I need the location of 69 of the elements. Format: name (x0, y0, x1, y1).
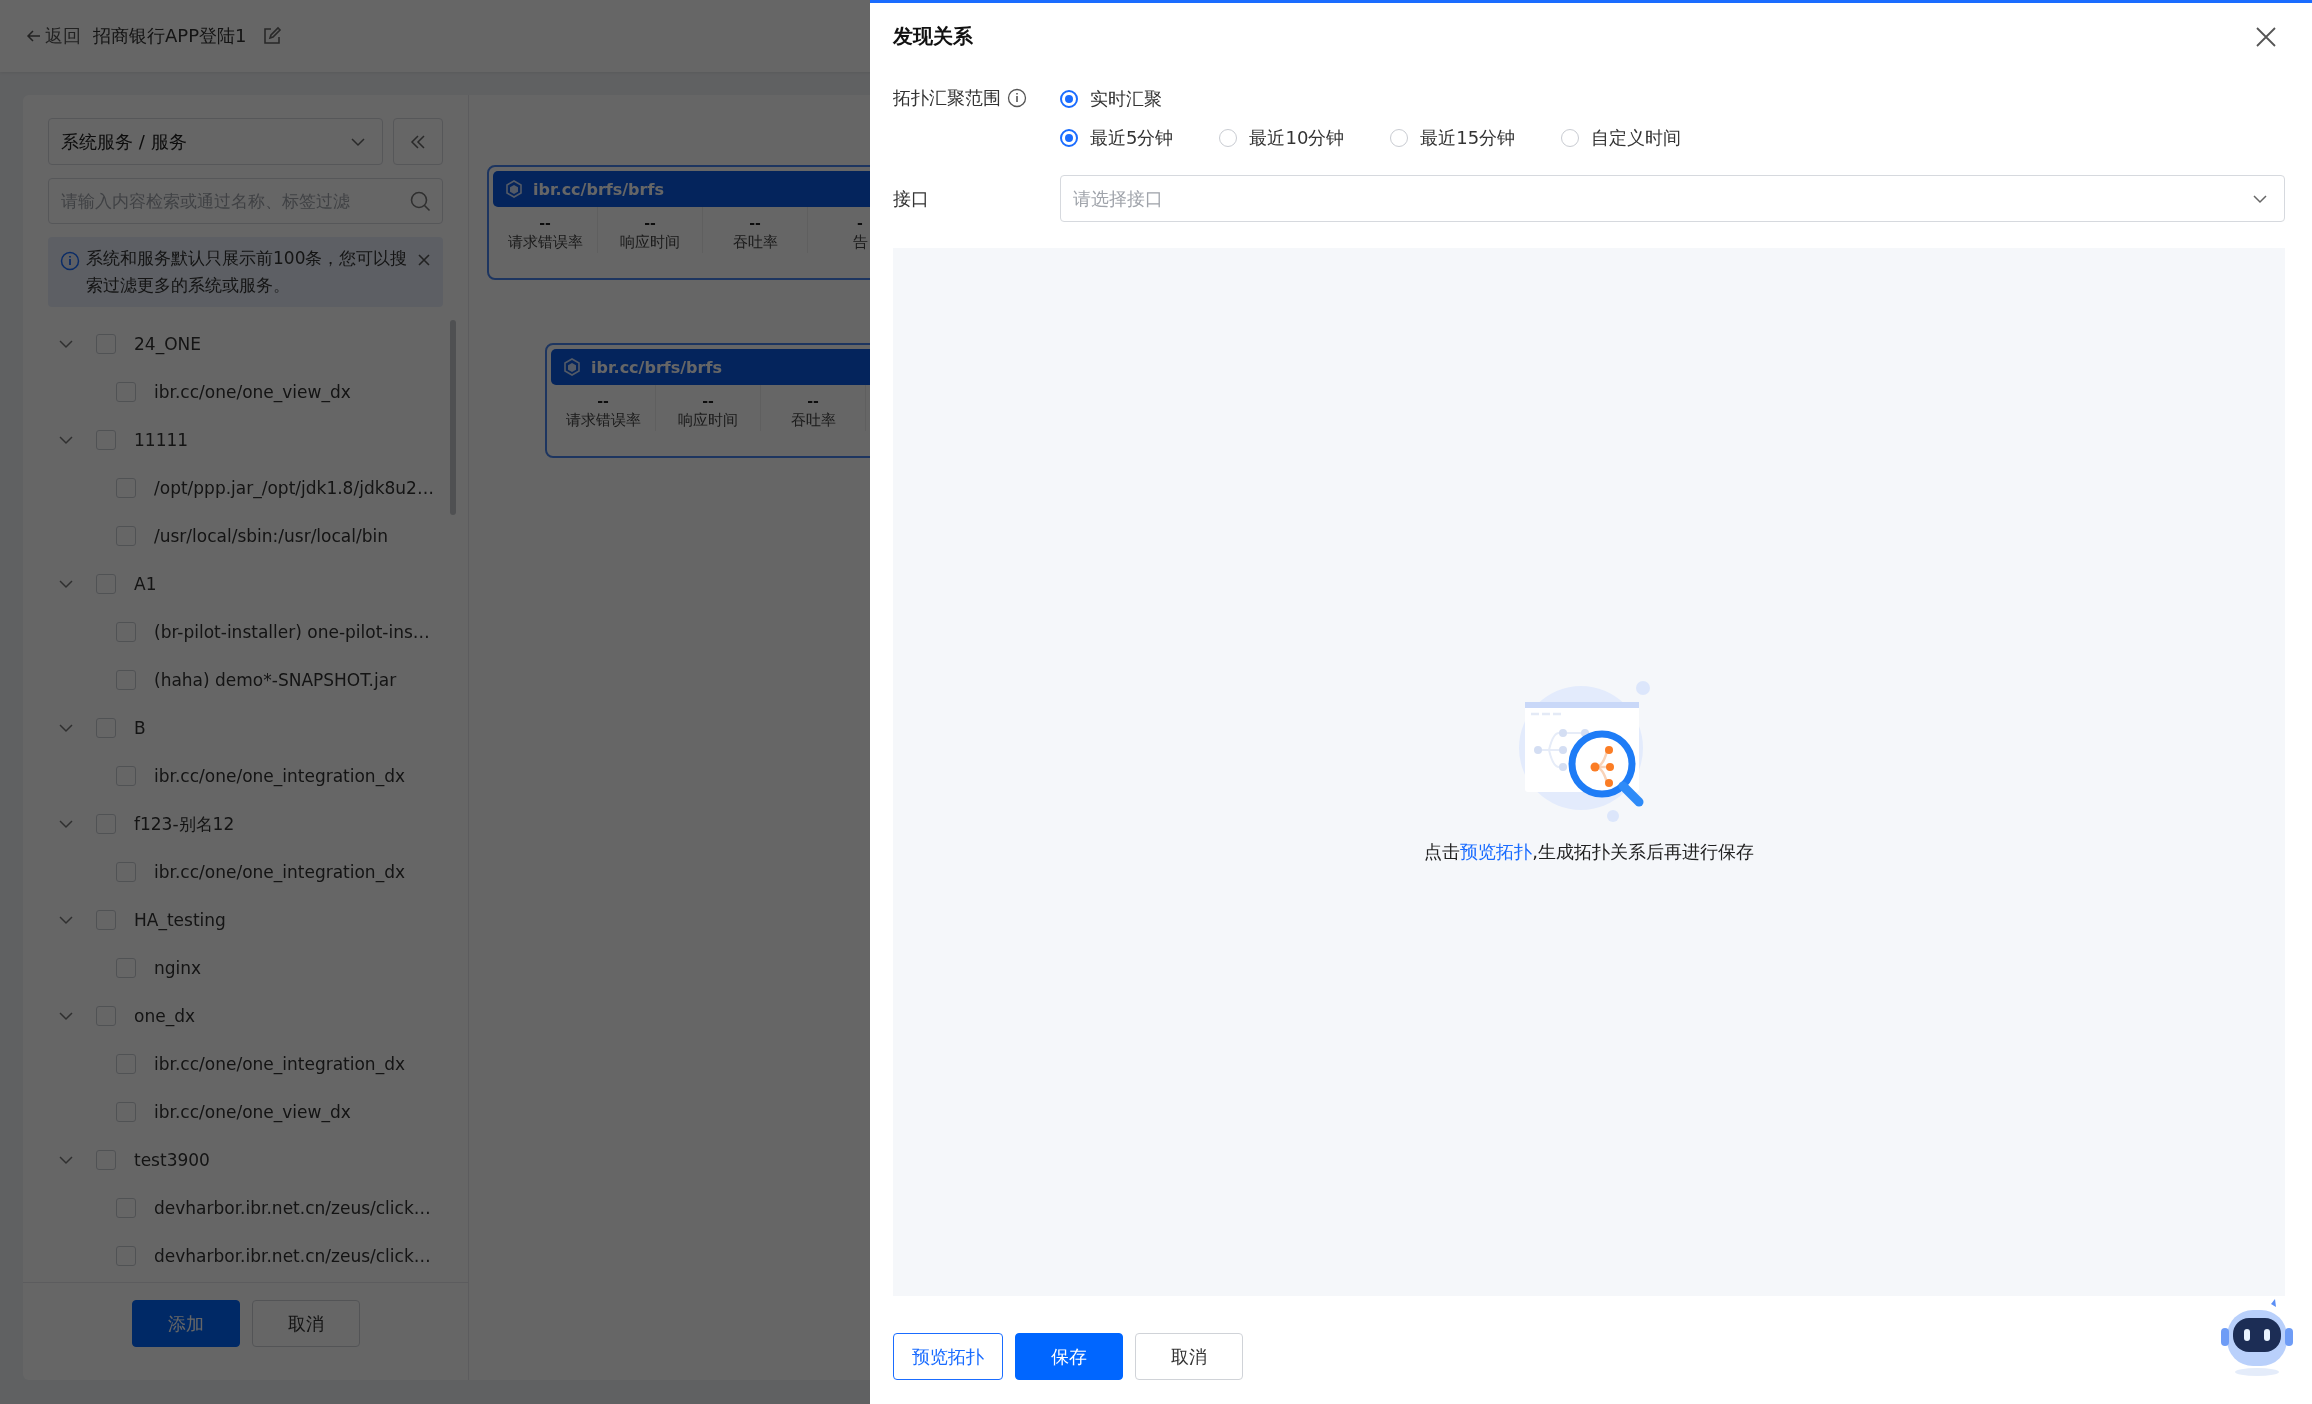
field-label: 接口 (893, 186, 929, 211)
node-title: ibr.cc/brfs/brfs (533, 179, 664, 199)
tree-item[interactable]: devharbor.ibr.net.cn/zeus/click… (23, 1232, 468, 1280)
preview-topology-link[interactable]: 预览拓扑 (1460, 841, 1533, 862)
tree-item[interactable]: 11111 (23, 416, 468, 464)
notice-text: 系统和服务默认只展示前100条，您可以搜索过滤更多的系统或服务。 (86, 247, 409, 297)
tree-item[interactable]: ibr.cc/one/one_integration_dx (23, 752, 468, 800)
metric-label: 告 (852, 232, 868, 253)
tree-item[interactable]: nginx (23, 944, 468, 992)
tree-item[interactable]: 24_ONE (23, 320, 468, 368)
interface-select[interactable]: 请选择接口 (1060, 175, 2285, 222)
tree-item[interactable]: B (23, 704, 468, 752)
metric-label: 请求错误率 (507, 232, 583, 253)
empty-state-message: 点击预览拓扑,生成拓扑关系后再进行保存 (1424, 840, 1754, 864)
close-icon[interactable] (2255, 25, 2277, 48)
tree-item[interactable]: /opt/ppp.jar_/opt/jdk1.8/jdk8u2… (23, 464, 468, 512)
robot-assistant-icon[interactable] (2219, 1298, 2295, 1378)
radio-option[interactable]: 实时汇聚 (1060, 86, 1162, 111)
metric-value: -- (597, 393, 609, 409)
radio-option[interactable]: 最近10分钟 (1219, 125, 1345, 150)
tree-item[interactable]: (br-pilot-installer) one-pilot-ins… (23, 608, 468, 656)
info-icon (60, 251, 80, 271)
info-icon (1007, 88, 1027, 108)
metric-value: -- (702, 393, 714, 409)
drawer-title: 发现关系 (893, 23, 973, 50)
hexagon-icon (505, 180, 523, 198)
radio-button[interactable] (1060, 128, 1078, 147)
cancel-button[interactable]: 取消 (1135, 1333, 1243, 1380)
metric-label: 响应时间 (620, 232, 680, 253)
tree-item[interactable]: f123-别名12 (23, 800, 468, 848)
metric-value: - (857, 215, 863, 231)
tree-item[interactable]: (haha) demo*-SNAPSHOT.jar (23, 656, 468, 704)
preview-topology-button[interactable]: 预览拓扑 (893, 1333, 1003, 1380)
tree-item[interactable]: test3900 (23, 1136, 468, 1184)
scope-select[interactable]: 系统服务 / 服务 (48, 118, 383, 165)
cancel-button[interactable]: 取消 (251, 1300, 360, 1347)
collapse-button[interactable] (393, 118, 443, 165)
metric-value: -- (539, 215, 551, 231)
node-title: ibr.cc/brfs/brfs (591, 357, 722, 377)
tree-item[interactable]: ibr.cc/one/one_view_dx (23, 1088, 468, 1136)
add-button[interactable]: 添加 (131, 1300, 240, 1347)
metric-value: -- (644, 215, 656, 231)
edit-icon[interactable] (262, 26, 283, 46)
metric-label: 吞吐率 (790, 410, 836, 431)
tree-item[interactable]: /usr/local/sbin:/usr/local/bin (23, 512, 468, 560)
back-link[interactable]: 返回 (26, 24, 81, 48)
radio-option[interactable]: 最近15分钟 (1390, 125, 1516, 150)
arrow-left-icon (26, 28, 42, 44)
metric-value: -- (749, 215, 761, 231)
hexagon-icon (563, 358, 581, 376)
radio-button[interactable] (1060, 89, 1078, 108)
tree-item[interactable]: HA_testing (23, 896, 468, 944)
tree-item[interactable]: A1 (23, 560, 468, 608)
tree-item[interactable]: ibr.cc/one/one_integration_dx (23, 1040, 468, 1088)
radio-option[interactable]: 最近5分钟 (1060, 125, 1174, 150)
save-button[interactable]: 保存 (1015, 1333, 1123, 1380)
field-label: 拓扑汇聚范围 (893, 86, 1001, 110)
metric-label: 请求错误率 (565, 410, 641, 431)
metric-label: 响应时间 (678, 410, 738, 431)
metric-label: 吞吐率 (732, 232, 778, 253)
metric-value: -- (807, 393, 819, 409)
tree-item[interactable]: ibr.cc/one/one_integration_dx (23, 848, 468, 896)
page-title: 招商银行APP登陆1 (93, 24, 247, 48)
double-chevron-left-icon (409, 132, 427, 151)
radio-option[interactable]: 自定义时间 (1561, 125, 1682, 150)
tree-item[interactable]: devharbor.ibr.net.cn/zeus/click… (23, 1184, 468, 1232)
tree-item[interactable]: ibr.cc/one/one_view_dx (23, 368, 468, 416)
search-icon (409, 190, 431, 212)
tree-item[interactable]: one_dx (23, 992, 468, 1040)
